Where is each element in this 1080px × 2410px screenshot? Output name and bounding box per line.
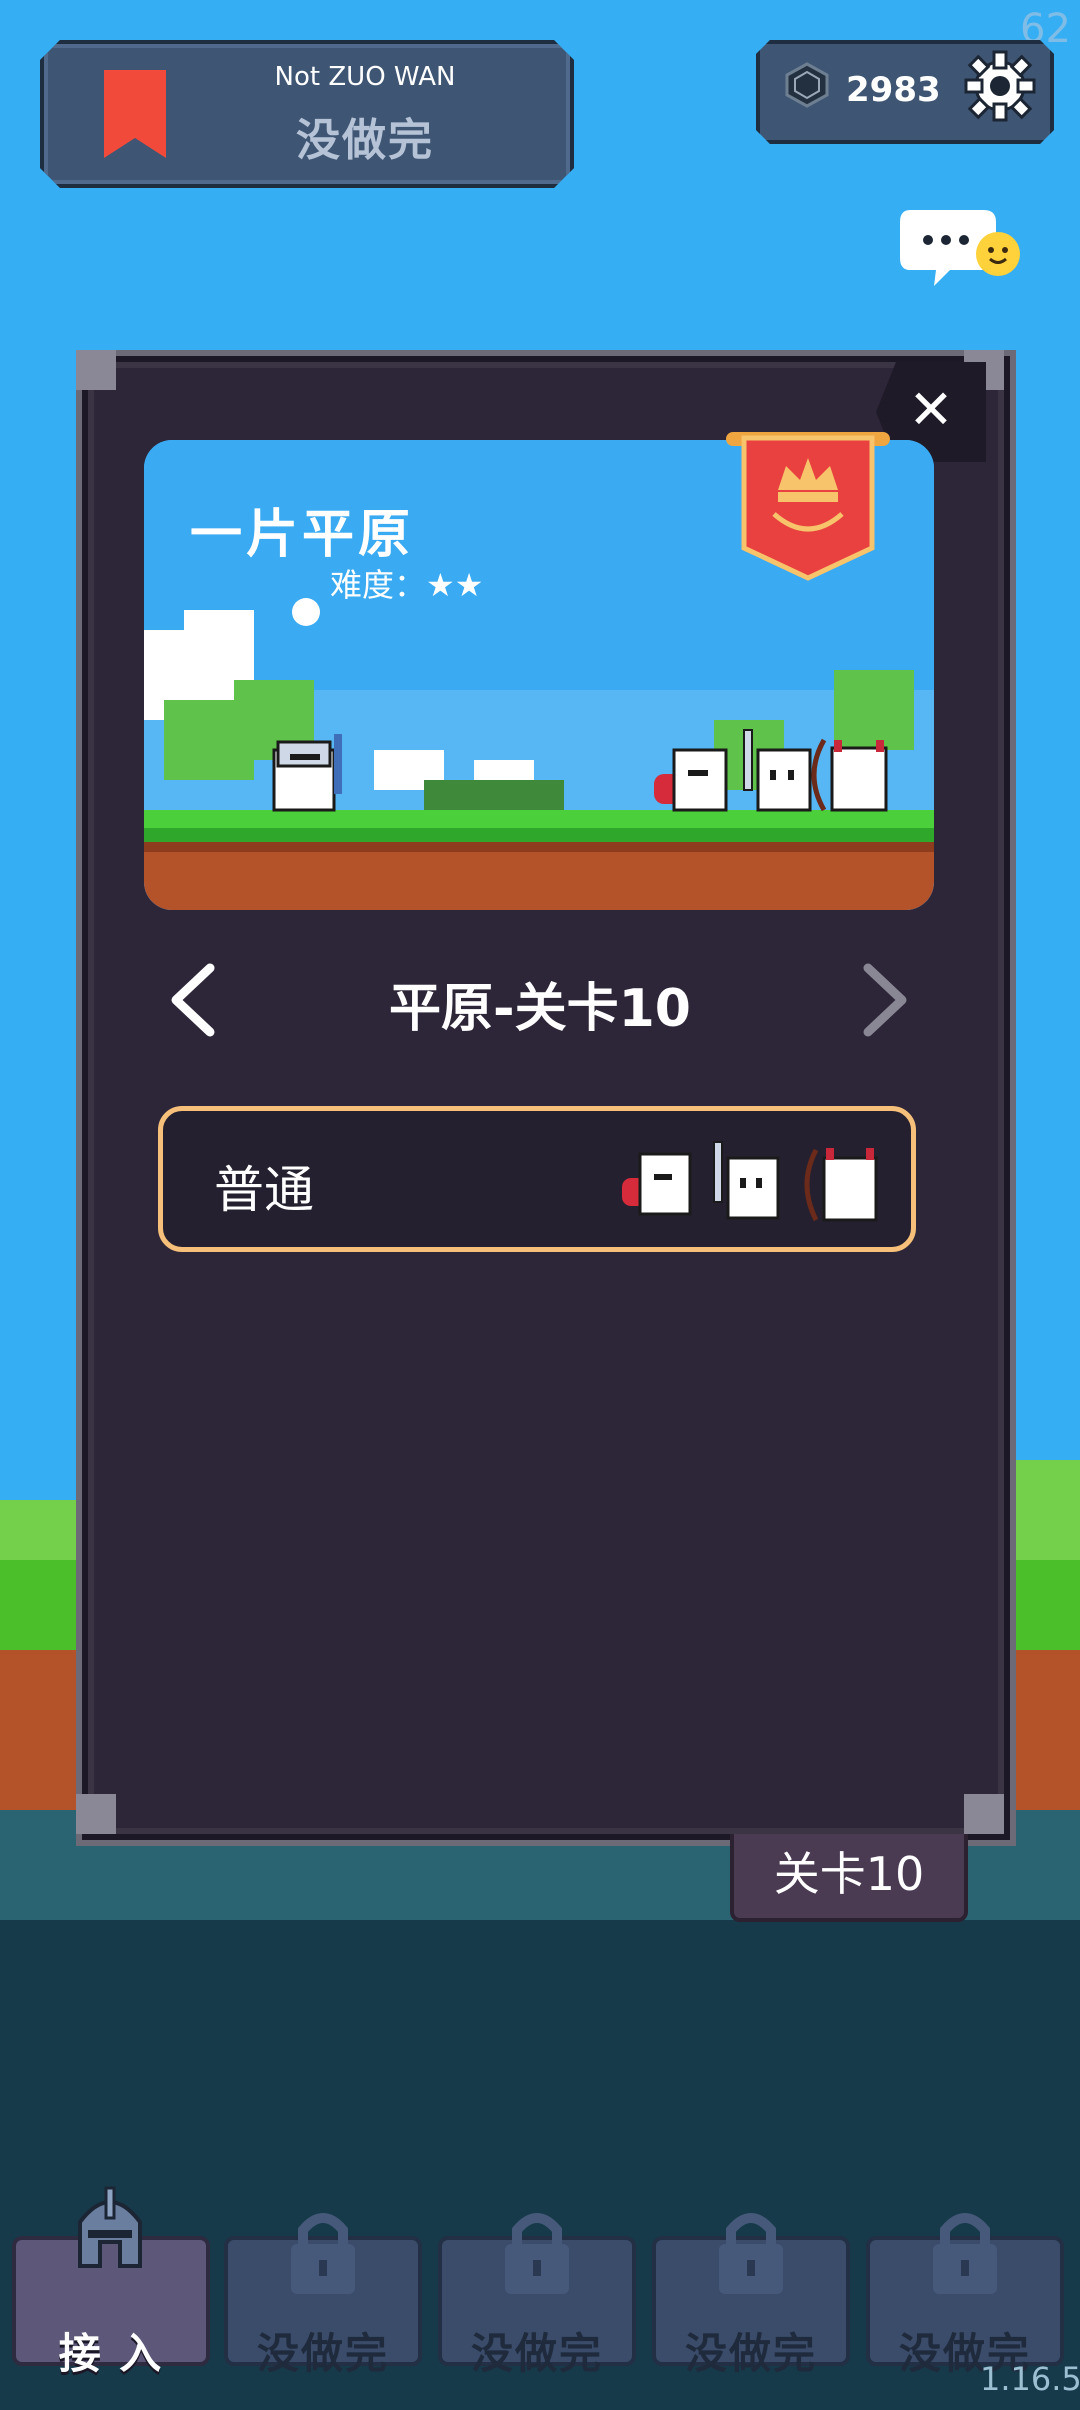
tab-label: 没做完 — [684, 2329, 817, 2378]
chat-bubble-icon[interactable] — [900, 206, 1024, 292]
quest-subtitle: 没做完 — [296, 115, 434, 166]
currency-value: 2983 — [846, 70, 941, 110]
previous-level-arrow-icon[interactable] — [162, 958, 222, 1042]
tab-label: 没做完 — [470, 2329, 603, 2378]
modal-corner — [76, 1794, 116, 1834]
tab-label: 接 入 — [58, 2329, 164, 2378]
tab-label: 没做完 — [256, 2329, 389, 2378]
lock-icon — [719, 2213, 783, 2294]
quest-title: Not ZUO WAN — [274, 62, 456, 92]
lock-icon — [505, 2213, 569, 2294]
gem-icon — [785, 62, 829, 108]
enemy-lineup-icon — [622, 1141, 878, 1222]
lock-icon — [291, 2213, 355, 2294]
gear-icon[interactable] — [960, 46, 1040, 126]
knight-helmet-icon — [78, 2186, 142, 2268]
version-label: 1.16.5 — [980, 2360, 1080, 2398]
current-level-tag: 关卡10 — [730, 1834, 968, 1922]
crown-banner-icon — [726, 432, 890, 581]
mode-label: 普通 — [214, 1161, 314, 1219]
next-level-arrow-icon[interactable] — [856, 958, 916, 1042]
modal-corner — [76, 350, 116, 390]
level-title: 平原-关卡10 — [389, 979, 691, 1039]
lock-icon — [933, 2213, 997, 2294]
bookmark-flag-icon — [104, 70, 166, 158]
level-name: 一片平原 — [190, 505, 415, 565]
difficulty-label: 难度：★★ — [330, 566, 484, 604]
modal-corner — [964, 1794, 1004, 1834]
